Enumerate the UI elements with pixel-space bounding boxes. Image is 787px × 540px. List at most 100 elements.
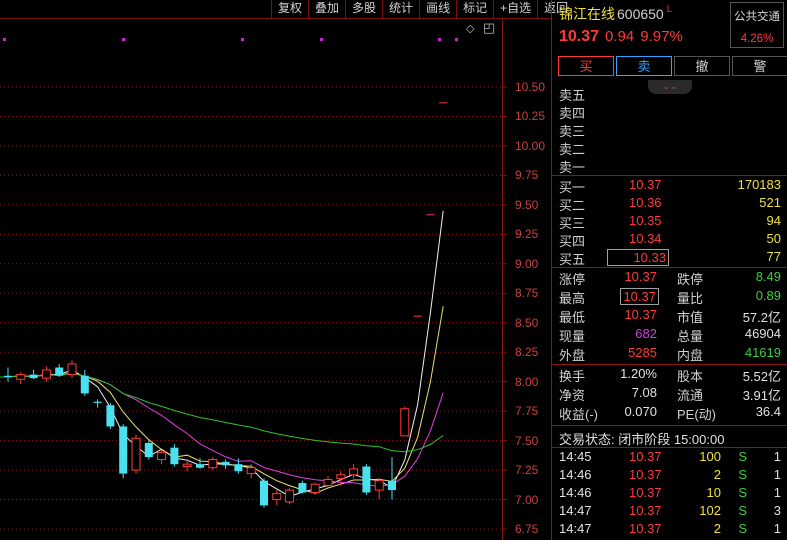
ma-white-line	[0, 210, 444, 497]
tick-count: 1	[773, 485, 781, 500]
outer-volume-value: 5285	[628, 345, 657, 360]
bid-label: 买三	[559, 216, 586, 231]
candle[interactable]	[119, 426, 128, 474]
candle[interactable]	[182, 463, 192, 468]
y-tick-label: 10.25	[515, 109, 546, 124]
tick-time: 14:47	[559, 521, 592, 536]
stock-code: 600650	[617, 6, 664, 22]
candle[interactable]	[426, 214, 435, 216]
stats-row: 收益(-) 0.070 PE(动) 36.4	[559, 404, 781, 422]
turnover-label: 换手	[559, 369, 586, 384]
candle[interactable]	[400, 408, 410, 437]
divider	[552, 267, 787, 268]
candle[interactable]	[93, 401, 102, 403]
ask-row[interactable]: 卖三	[559, 121, 781, 139]
event-marker[interactable]	[320, 38, 323, 41]
volume-ratio-value: 0.89	[755, 288, 781, 303]
low-value: 10.37	[624, 307, 657, 322]
candle[interactable]	[439, 102, 448, 104]
net-assets-label: 净资	[559, 388, 586, 403]
candle[interactable]	[246, 467, 256, 475]
y-tick-label: 9.25	[515, 227, 539, 242]
cancel-order-button[interactable]: 撤	[674, 56, 730, 76]
window-toggle-icon[interactable]: ◰	[483, 20, 495, 36]
candle[interactable]	[413, 315, 422, 317]
candle[interactable]	[298, 483, 307, 493]
y-tick-label: 10.00	[515, 138, 546, 153]
tick-row: 14:45 10.37 100 S 1	[559, 449, 781, 467]
event-marker[interactable]	[3, 38, 6, 41]
ma-magenta-line	[0, 372, 444, 487]
ask-row[interactable]: 卖二	[559, 139, 781, 157]
trade-buttons: 买 卖 撤 警	[558, 56, 787, 76]
tick-count: 1	[773, 467, 781, 482]
candle[interactable]	[362, 466, 371, 493]
candle[interactable]	[41, 369, 51, 379]
event-marker[interactable]	[455, 38, 458, 41]
candle[interactable]	[55, 367, 64, 376]
inner-volume-value: 41619	[744, 345, 781, 360]
candle[interactable]	[285, 489, 295, 503]
stats-row: 换手 1.20% 股本 5.52亿	[559, 366, 781, 384]
candle[interactable]	[106, 405, 115, 427]
event-marker[interactable]	[438, 38, 441, 41]
y-tick-label: 7.25	[515, 463, 539, 478]
eps-value: 0.070	[624, 404, 657, 419]
alert-button[interactable]: 警	[732, 56, 787, 76]
candle[interactable]	[131, 437, 141, 471]
bid-row[interactable]: 买五 10.33 77	[559, 249, 781, 267]
candle[interactable]	[272, 493, 282, 501]
turnover-value: 1.20%	[620, 366, 657, 381]
candle[interactable]	[221, 461, 230, 466]
candle[interactable]	[388, 480, 396, 491]
candle[interactable]	[80, 375, 89, 394]
stats-row: 最低 10.37 市值 57.2亿	[559, 307, 781, 325]
divider	[552, 175, 787, 176]
sector-box[interactable]: 公共交通 4.26%	[730, 2, 784, 48]
tick-count: 3	[773, 503, 781, 518]
sector-name: 公共交通	[734, 11, 780, 23]
float-value: 3.91亿	[742, 388, 781, 403]
last-price: 10.37	[559, 28, 600, 45]
ask-label: 卖三	[559, 124, 586, 139]
y-tick-label: 7.00	[515, 492, 539, 507]
candle[interactable]	[349, 468, 359, 476]
bid-row[interactable]: 买四 10.34 50	[559, 231, 781, 249]
bid-volume: 170183	[737, 177, 781, 192]
bid-row[interactable]: 买一 10.37 170183	[559, 177, 781, 195]
event-marker[interactable]	[241, 38, 244, 41]
bid-row[interactable]: 买三 10.35 94	[559, 213, 781, 231]
candle[interactable]	[67, 363, 77, 376]
ask-row[interactable]: 卖一	[559, 157, 781, 175]
sell-button[interactable]: 卖	[616, 56, 672, 76]
candle[interactable]	[196, 464, 204, 468]
kline-chart[interactable]	[0, 0, 551, 540]
y-tick-label: 8.25	[515, 345, 539, 360]
candle[interactable]	[4, 375, 12, 377]
stock-header: 锦江在线 600650 L	[559, 4, 672, 24]
tick-price: 10.37	[629, 521, 662, 536]
candle[interactable]	[208, 458, 218, 469]
candle[interactable]	[260, 480, 268, 506]
candle[interactable]	[374, 480, 384, 491]
candle[interactable]	[170, 447, 179, 465]
candle[interactable]	[310, 483, 320, 493]
ask-label: 卖二	[559, 142, 586, 157]
divider	[552, 425, 787, 426]
candle[interactable]	[16, 374, 26, 380]
ask-row[interactable]: 卖五	[559, 85, 781, 103]
bid-row[interactable]: 买二 10.36 521	[559, 195, 781, 213]
ask-row[interactable]: 卖四	[559, 103, 781, 121]
candle[interactable]	[157, 451, 167, 460]
candle[interactable]	[144, 442, 153, 458]
candle[interactable]	[29, 374, 38, 379]
event-marker[interactable]	[122, 38, 125, 41]
buy-button[interactable]: 买	[558, 56, 614, 76]
diamond-icon[interactable]: ◇	[466, 22, 474, 35]
stock-name[interactable]: 锦江在线	[559, 6, 615, 22]
candle[interactable]	[234, 464, 243, 472]
candle[interactable]	[323, 478, 333, 486]
tick-side: S	[738, 485, 747, 500]
divider	[552, 364, 787, 365]
candle[interactable]	[336, 474, 346, 479]
